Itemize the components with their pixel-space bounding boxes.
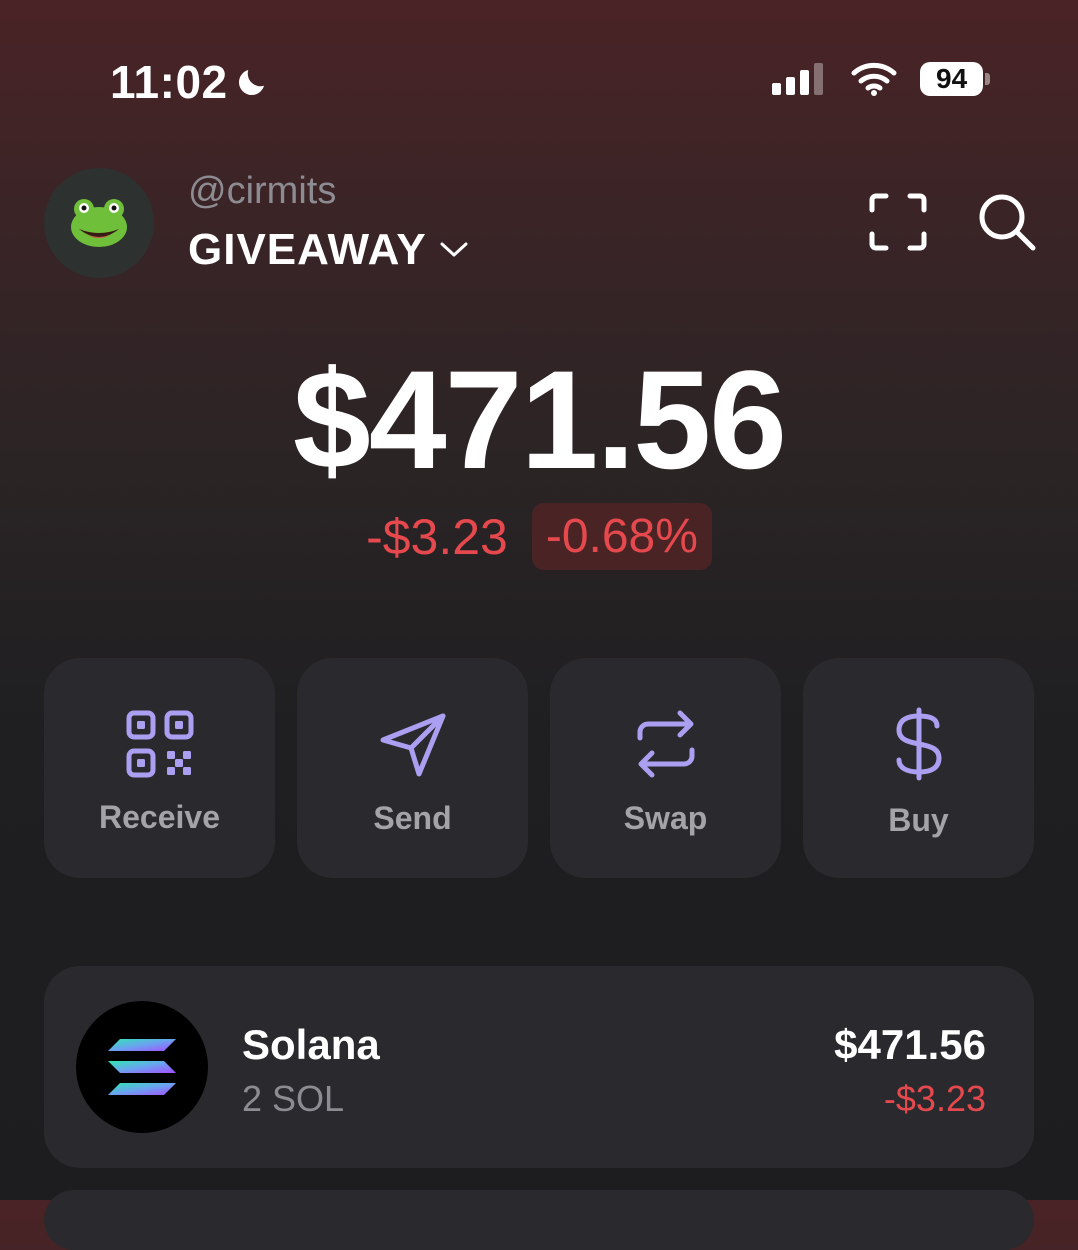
token-change: -$3.23 bbox=[883, 1078, 986, 1119]
search-icon bbox=[979, 194, 1036, 251]
battery-cap bbox=[985, 73, 990, 85]
avatar[interactable] bbox=[44, 168, 154, 278]
solana-logo bbox=[76, 1001, 208, 1133]
token-value: $471.56 bbox=[834, 1021, 986, 1068]
receive-button[interactable]: Receive bbox=[44, 658, 275, 878]
balance-change: -$3.23 -0.68% bbox=[0, 503, 1078, 570]
send-icon bbox=[380, 713, 445, 776]
balance-change-amount: -$3.23 bbox=[366, 508, 508, 565]
status-bar-indicators: 94 bbox=[772, 60, 990, 98]
send-label: Send bbox=[373, 799, 452, 836]
account-handle: @cirmits bbox=[188, 170, 337, 212]
scan-icon bbox=[869, 193, 927, 251]
buy-button[interactable]: Buy bbox=[803, 658, 1034, 878]
scan-button[interactable] bbox=[866, 190, 930, 254]
status-bar-time: 11:02 bbox=[110, 55, 270, 109]
token-name: Solana bbox=[242, 1021, 380, 1068]
battery-icon: 94 bbox=[920, 60, 990, 98]
receive-label: Receive bbox=[99, 798, 220, 835]
token-amount: 2 SOL bbox=[242, 1078, 345, 1119]
battery-level: 94 bbox=[920, 62, 984, 96]
swap-icon bbox=[637, 710, 694, 777]
time-text: 11:02 bbox=[110, 56, 228, 108]
frog-avatar-icon bbox=[71, 199, 127, 247]
token-row-next[interactable] bbox=[44, 1190, 1034, 1250]
account-selector[interactable]: GIVEAWAY bbox=[188, 225, 469, 275]
swap-label: Swap bbox=[623, 799, 708, 836]
total-balance: $471.56 bbox=[292, 341, 787, 498]
swap-button[interactable]: Swap bbox=[550, 658, 781, 878]
send-button[interactable]: Send bbox=[297, 658, 528, 878]
qr-code-icon bbox=[126, 710, 193, 777]
token-row-solana[interactable]: Solana 2 SOL $471.56 -$3.23 bbox=[44, 966, 1034, 1168]
chevron-down-icon bbox=[440, 242, 468, 257]
buy-label: Buy bbox=[888, 801, 949, 838]
wifi-icon bbox=[851, 62, 897, 96]
search-button[interactable] bbox=[975, 190, 1039, 254]
account-name: GIVEAWAY bbox=[188, 225, 427, 274]
cellular-signal-icon bbox=[772, 63, 823, 95]
moon-icon bbox=[238, 70, 264, 96]
dollar-icon bbox=[895, 707, 942, 780]
solana-logo-icon bbox=[108, 1039, 176, 1095]
balance-change-percent-badge: -0.68% bbox=[531, 503, 712, 570]
action-buttons: Receive Send Swap Buy bbox=[44, 658, 1034, 878]
